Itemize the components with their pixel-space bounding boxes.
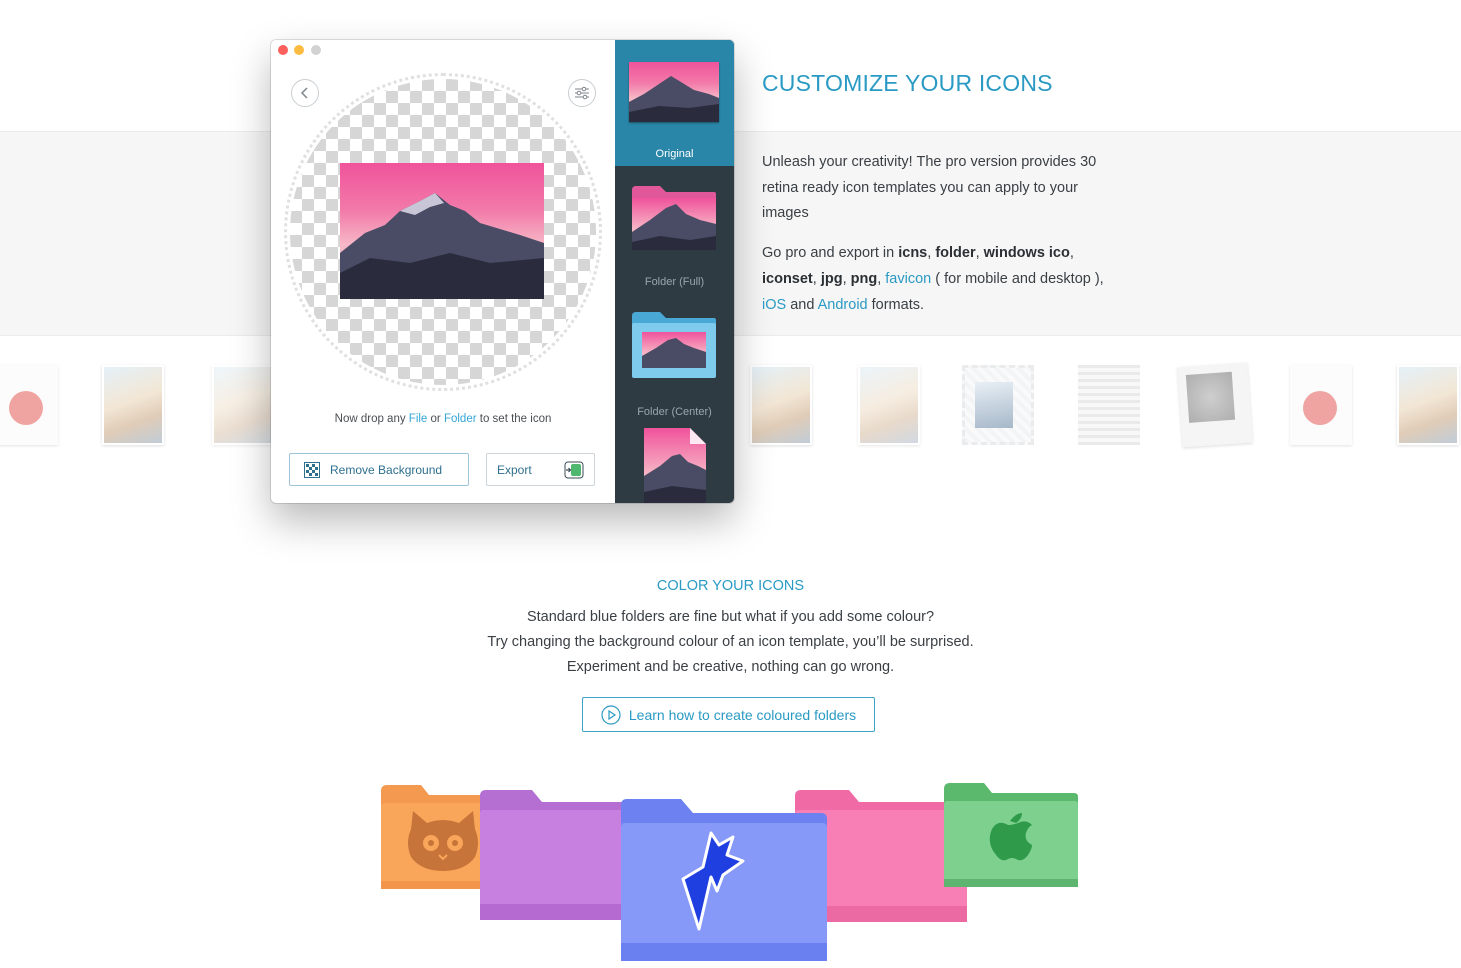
drop-hint-text: or	[427, 413, 444, 425]
color-section-line: Standard blue folders are fine but what …	[526, 609, 935, 625]
formats-text: formats.	[867, 297, 925, 313]
formats-separator: ,	[1069, 245, 1074, 261]
export-icon	[564, 461, 584, 478]
window-zoom-button[interactable]	[311, 45, 321, 55]
window-minimize-button[interactable]	[294, 45, 304, 55]
export-label: Export	[497, 462, 532, 477]
formats-separator: ,	[842, 271, 851, 287]
sample-icon-newspaper	[1078, 365, 1140, 445]
sample-icon-photo	[212, 365, 274, 445]
customize-intro: Unleash your creativity! The pro version…	[762, 154, 1097, 221]
color-section-line: Try changing the background colour of an…	[487, 634, 974, 650]
sample-icon-photo	[102, 365, 164, 445]
window-close-button[interactable]	[278, 45, 288, 55]
sample-icon-document	[0, 365, 58, 445]
format-windows-ico: windows ico	[983, 245, 1070, 261]
learn-button-label: Learn how to create coloured folders	[628, 706, 857, 723]
purple-folder	[480, 790, 636, 920]
drop-hint: Now drop any File or Folder to set the i…	[271, 413, 615, 425]
drop-hint-text: to set the icon	[476, 413, 552, 425]
formats-text: and	[786, 297, 818, 313]
color-section-title: COLOR YOUR ICONS	[656, 578, 805, 594]
cat-icon	[408, 811, 478, 871]
sliders-icon	[575, 86, 589, 100]
template-label: Folder (Center)	[637, 406, 712, 418]
folder-link[interactable]: Folder	[444, 413, 477, 425]
remove-background-label: Remove Background	[330, 462, 443, 477]
color-section-line: Experiment and be creative, nothing can …	[566, 659, 895, 675]
formats-separator: ,	[812, 271, 821, 287]
sample-icon-polaroid	[1177, 362, 1253, 448]
sample-icon-photo	[858, 365, 920, 445]
customize-title: CUSTOMIZE YOUR ICONS	[762, 70, 1053, 96]
chevron-left-icon	[300, 87, 308, 99]
settings-button[interactable]	[568, 79, 596, 107]
green-folder	[944, 783, 1078, 887]
remove-background-button[interactable]: Remove Background	[289, 453, 469, 486]
play-circle-icon	[601, 704, 621, 725]
sample-icon-photo	[750, 365, 812, 445]
back-button[interactable]	[291, 79, 319, 107]
customize-formats: Go pro and export in icns, folder, windo…	[762, 240, 1112, 318]
format-png: png	[850, 271, 878, 287]
format-iconset: iconset	[762, 271, 813, 287]
formats-separator: ,	[975, 245, 984, 261]
template-panel: Original Folder (Full) Folder (Center)	[615, 40, 734, 503]
file-link[interactable]: File	[409, 413, 428, 425]
ios-link[interactable]: iOS	[762, 297, 786, 313]
sample-icon-photo	[1397, 365, 1459, 445]
favicon-link[interactable]: favicon	[885, 271, 931, 287]
learn-coloured-folders-button[interactable]: Learn how to create coloured folders	[582, 697, 875, 732]
template-document[interactable]	[615, 424, 734, 503]
checker-icon	[304, 461, 320, 478]
document-thumbnail	[644, 428, 706, 503]
drop-hint-text: Now drop any	[334, 413, 409, 425]
format-jpg: jpg	[820, 271, 843, 287]
app-window: Now drop any File or Folder to set the i…	[271, 40, 734, 503]
template-thumbnail	[629, 62, 719, 122]
template-folder-full[interactable]: Folder (Full)	[615, 180, 734, 300]
template-label: Folder (Full)	[644, 276, 705, 288]
export-button[interactable]: Export	[486, 453, 595, 486]
format-folder: folder	[935, 245, 976, 261]
template-original[interactable]: Original	[615, 40, 734, 166]
template-folder-center[interactable]: Folder (Center)	[615, 308, 734, 426]
folder-center-thumbnail	[632, 312, 716, 378]
android-link[interactable]: Android	[818, 297, 868, 313]
blue-folder	[621, 799, 827, 961]
formats-text: ( for mobile and desktop ),	[931, 271, 1104, 287]
page: Now drop any File or Folder to set the i…	[0, 0, 1461, 968]
format-icns: icns	[898, 245, 928, 261]
folder-full-thumbnail	[632, 186, 716, 250]
preview-image	[340, 163, 544, 299]
sample-icon-document	[1290, 365, 1352, 445]
template-label: Original	[655, 148, 694, 160]
formats-text: Go pro and export in	[762, 245, 899, 261]
sample-icon-stamp	[962, 365, 1034, 445]
